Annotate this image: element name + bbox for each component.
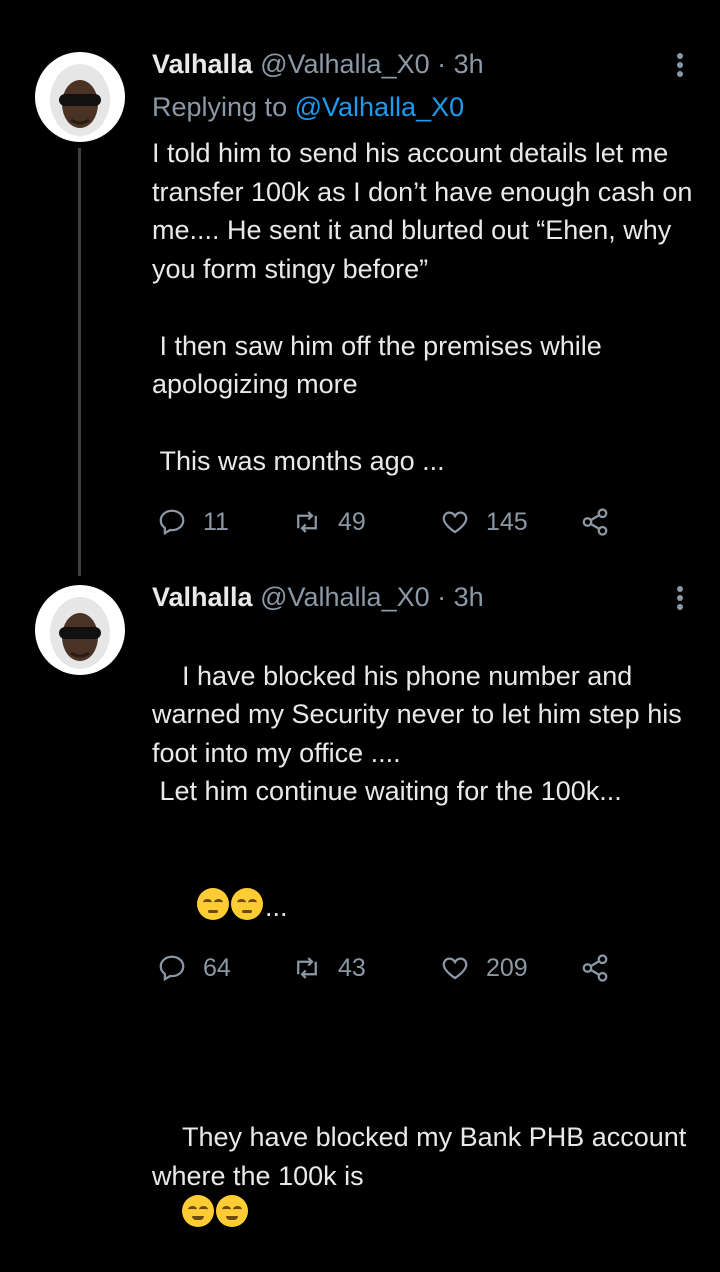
username[interactable]: @Valhalla_X0 [260, 582, 430, 612]
reply-count: 64 [203, 953, 231, 982]
tweet-2[interactable]: Valhalla @Valhalla_X0 · 3h I have blocke… [0, 0, 720, 1227]
share-button[interactable] [580, 948, 610, 988]
heart-icon [442, 957, 468, 980]
avatar[interactable] [35, 585, 125, 675]
share-icon [582, 954, 608, 982]
separator: · [437, 582, 447, 612]
tweet-text-main: I have blocked his phone number and warn… [152, 660, 682, 807]
unamused-face-emoji [231, 887, 264, 920]
timestamp[interactable]: 3h [454, 582, 484, 612]
relieved-face-emoji [182, 1195, 215, 1227]
tweet-text: I have blocked his phone number and warn… [152, 618, 697, 1272]
like-count: 209 [486, 953, 528, 982]
tweet-text-tail: They have blocked my Bank PHB account wh… [152, 1122, 694, 1191]
reply-icon [159, 955, 185, 982]
relieved-face-emoji [216, 1195, 249, 1227]
emoji-line-suffix: ... [265, 891, 288, 922]
display-name[interactable]: Valhalla [152, 582, 253, 612]
more-vertical-icon[interactable] [668, 581, 692, 615]
retweet-button[interactable]: 43 [292, 948, 366, 988]
tweet-actions: 64 43 209 [152, 948, 632, 988]
retweet-count: 43 [338, 953, 366, 982]
reply-button[interactable]: 64 [157, 948, 231, 988]
like-button[interactable]: 209 [440, 948, 528, 988]
tweet-header: Valhalla @Valhalla_X0 · 3h [152, 580, 484, 614]
unamused-face-emoji [197, 887, 230, 920]
retweet-icon [297, 957, 317, 979]
